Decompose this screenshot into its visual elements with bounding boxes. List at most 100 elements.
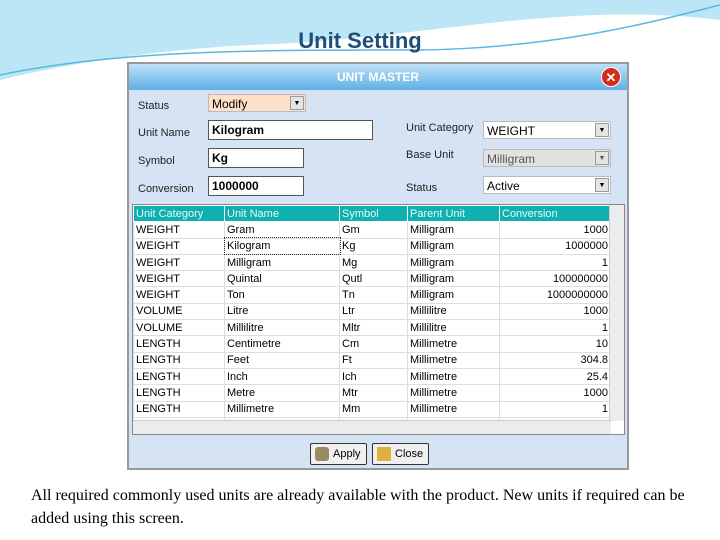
unit-name-input[interactable]: Kilogram (208, 120, 373, 140)
active-status-value: Active (487, 179, 520, 193)
table-cell: Metre (224, 384, 340, 402)
table-cell: 10 (499, 335, 611, 353)
table-cell: Mltr (339, 319, 408, 337)
table-cell: Quintal (224, 270, 340, 288)
table-cell: Millimetre (224, 400, 340, 418)
table-cell: Inch (224, 367, 340, 386)
table-cell: Kilogram (223, 237, 341, 256)
table-cell: Cm (339, 335, 408, 353)
dialog-titlebar: UNIT MASTER ✕ (129, 64, 627, 90)
apply-icon (315, 447, 329, 461)
slide-caption: All required commonly used units are alr… (31, 487, 685, 527)
table-cell: VOLUME (133, 319, 225, 337)
symbol-input[interactable]: Kg (208, 148, 304, 168)
units-table: Unit Category Unit Name Symbol Parent Unit C… (133, 205, 611, 434)
table-row[interactable]: WEIGHT Gram Gm Milligram 1000 (133, 221, 611, 239)
chevron-down-icon: ▼ (290, 96, 304, 110)
unit-master-dialog: UNIT MASTER ✕ Status Modify ▼ Unit Name K… (127, 62, 629, 470)
table-cell: 1 (499, 400, 611, 418)
unit-name-label: Unit Name (138, 127, 190, 139)
dialog-title: UNIT MASTER (337, 70, 419, 84)
table-cell: Mtr (339, 384, 408, 402)
table-cell: Millimetre (407, 367, 500, 386)
status-select[interactable]: Modify ▼ (208, 94, 306, 112)
chevron-down-icon: ▼ (595, 151, 609, 165)
table-cell: WEIGHT (133, 253, 225, 272)
status-label: Status (138, 100, 170, 112)
units-grid: Unit Category Unit Name Symbol Parent Unit C… (132, 204, 625, 435)
table-cell: LENGTH (133, 335, 225, 353)
table-cell: 100000000 (499, 270, 611, 288)
table-cell: Millimetre (407, 351, 500, 369)
door-exit-icon (377, 447, 391, 461)
table-cell: Millimetre (407, 400, 500, 418)
column-header[interactable]: Symbol (339, 205, 408, 223)
table-row[interactable]: LENGTH Inch Ich Millimetre 25.4 (133, 367, 611, 386)
table-cell: Milligram (224, 253, 340, 272)
table-cell: Ltr (339, 302, 408, 321)
apply-button[interactable]: Apply (310, 443, 367, 465)
base-unit-value: Milligram (487, 152, 535, 166)
table-cell: 1000000000 (499, 286, 611, 304)
table-cell: Milligram (407, 253, 500, 272)
table-cell: Millimetre (407, 384, 500, 402)
base-unit-select[interactable]: Milligram ▼ (483, 149, 611, 167)
column-header[interactable]: Unit Category (133, 205, 225, 223)
table-row[interactable]: LENGTH Centimetre Cm Millimetre 10 (133, 335, 611, 353)
table-cell: Millilitre (224, 319, 340, 337)
table-cell: LENGTH (133, 400, 225, 418)
table-row[interactable]: WEIGHT Quintal Qutl Milligram 100000000 (133, 270, 611, 288)
vertical-scrollbar[interactable] (609, 205, 624, 421)
table-row[interactable]: LENGTH Feet Ft Millimetre 304.8 (133, 351, 611, 369)
table-cell: WEIGHT (133, 221, 225, 239)
table-cell: LENGTH (133, 351, 225, 369)
horizontal-scrollbar[interactable] (133, 420, 611, 434)
table-cell: LENGTH (133, 384, 225, 402)
column-header[interactable]: Parent Unit (407, 205, 500, 223)
table-cell: Mg (339, 253, 408, 272)
table-cell: VOLUME (133, 302, 225, 321)
table-cell: Millimetre (407, 335, 500, 353)
slide-title: Unit Setting (298, 28, 422, 53)
unit-category-select[interactable]: WEIGHT ▼ (483, 121, 611, 139)
table-row[interactable]: LENGTH Metre Mtr Millimetre 1000 (133, 384, 611, 402)
table-cell: Litre (224, 302, 340, 321)
table-cell: 25.4 (499, 367, 611, 386)
table-row[interactable]: LENGTH Millimetre Mm Millimetre 1 (133, 400, 611, 418)
conversion-input[interactable]: 1000000 (208, 176, 304, 196)
close-icon[interactable]: ✕ (601, 67, 621, 87)
table-cell: 1000 (499, 302, 611, 321)
close-label: Close (395, 448, 424, 460)
table-cell: Milligram (407, 270, 500, 288)
table-cell: Millilitre (407, 302, 500, 321)
table-cell: 1000 (499, 384, 611, 402)
table-cell: Qutl (339, 270, 408, 288)
table-cell: Centimetre (224, 335, 340, 353)
table-cell: 1000 (499, 221, 611, 239)
table-cell: Gm (339, 221, 408, 239)
unit-category-value: WEIGHT (487, 124, 535, 138)
conversion-label: Conversion (138, 183, 194, 195)
close-button[interactable]: Close (372, 443, 430, 465)
grid-header: Unit Category Unit Name Symbol Parent Unit C… (133, 205, 611, 223)
table-cell: Milligram (407, 286, 500, 304)
base-unit-label: Base Unit (406, 149, 454, 161)
table-cell: Ich (339, 367, 408, 386)
table-cell: LENGTH (133, 367, 225, 386)
table-row[interactable]: WEIGHT Ton Tn Milligram 1000000000 (133, 286, 611, 304)
table-cell: Milligram (407, 221, 500, 239)
status2-label: Status (406, 182, 438, 194)
column-header[interactable]: Unit Name (224, 205, 340, 223)
table-cell: WEIGHT (133, 237, 225, 255)
table-row[interactable]: VOLUME Litre Ltr Millilitre 1000 (133, 302, 611, 321)
column-header[interactable]: Conversion (499, 205, 611, 223)
table-cell: Millilitre (407, 319, 500, 337)
active-status-select[interactable]: Active ▼ (483, 176, 611, 194)
apply-label: Apply (333, 448, 361, 460)
table-row[interactable]: VOLUME Millilitre Mltr Millilitre 1 (133, 319, 611, 337)
table-row[interactable]: WEIGHT Milligram Mg Milligram 1 (133, 253, 611, 272)
chevron-down-icon: ▼ (595, 123, 609, 137)
table-row[interactable]: WEIGHT Kilogram Kg Milligram 1000000 (133, 237, 611, 256)
table-cell: Milligram (407, 237, 500, 255)
table-cell: 1000000 (499, 237, 611, 255)
